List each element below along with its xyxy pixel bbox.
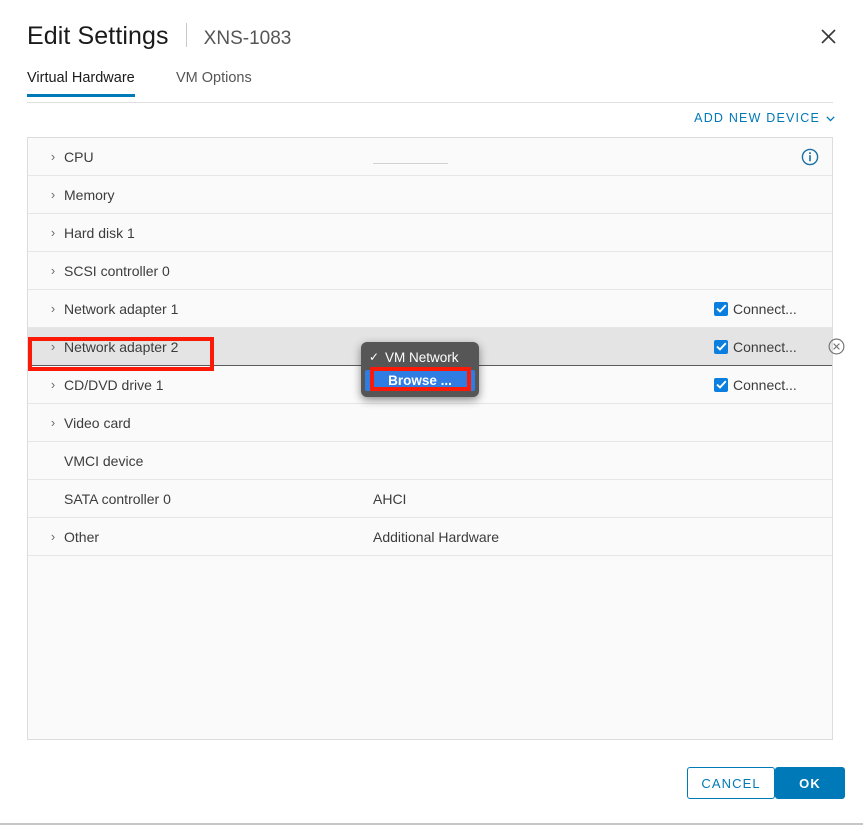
chevron-right-icon[interactable]: › [44,340,62,353]
table-row[interactable]: ›Other Additional Hardware [28,518,832,556]
vm-name: XNS-1083 [204,28,292,50]
device-label: CD/DVD drive 1 [64,377,164,393]
chevron-right-icon[interactable]: › [44,302,62,315]
virtual-hardware-table: ›CPU›Memory›Hard disk 1›SCSI controller … [27,137,833,740]
connect-cell: Connect... [714,339,797,355]
chevron-right-icon[interactable]: › [44,264,62,277]
device-label: SATA controller 0 [64,491,171,507]
checkmark-icon: ✓ [369,347,382,368]
inline-field-underline [373,163,448,164]
tab-bar: Virtual Hardware VM Options [0,70,863,103]
connect-checkbox[interactable] [714,378,728,392]
connect-label: Connect... [733,301,797,317]
edit-settings-dialog: Edit Settings XNS-1083 Virtual Hardware … [0,0,863,825]
tab-virtual-hardware[interactable]: Virtual Hardware [27,70,135,97]
chevron-right-icon[interactable]: › [44,188,62,201]
chevron-right-icon[interactable]: › [44,416,62,429]
connect-checkbox[interactable] [714,302,728,316]
chevron-right-icon[interactable]: › [44,150,62,163]
menu-item-browse[interactable]: Browse ... [365,370,475,391]
device-label: CPU [64,149,94,165]
connect-label: Connect... [733,377,797,393]
table-row[interactable]: ›Video card [28,404,832,442]
table-row[interactable]: ›Network adapter 1 Connect... [28,290,832,328]
chevron-down-icon [826,114,835,125]
add-new-device-label: ADD NEW DEVICE [694,111,820,125]
tab-vm-options[interactable]: VM Options [176,70,252,97]
page-title: Edit Settings [27,22,169,51]
connect-cell: Connect... [714,301,797,317]
device-label: Memory [64,187,115,203]
device-label: Video card [64,415,131,431]
device-label: SCSI controller 0 [64,263,170,279]
network-dropdown-menu[interactable]: ✓VM NetworkBrowse ... [361,342,479,397]
device-label: Network adapter 2 [64,339,178,355]
title-row: Edit Settings XNS-1083 [27,20,291,51]
close-icon[interactable] [813,21,843,51]
connect-checkbox[interactable] [714,340,728,354]
add-new-device-button[interactable]: ADD NEW DEVICE [694,111,835,125]
device-value: Additional Hardware [373,529,499,545]
table-row[interactable]: ›SCSI controller 0 [28,252,832,290]
device-label: Hard disk 1 [64,225,135,241]
device-label: VMCI device [64,453,143,469]
menu-item-label: Browse ... [388,370,452,391]
table-row[interactable]: ›SATA controller 0AHCI [28,480,832,518]
remove-device-icon[interactable] [828,338,845,355]
menu-item-network[interactable]: ✓VM Network [361,347,479,368]
info-icon[interactable] [801,148,819,166]
dialog-header: Edit Settings XNS-1083 [0,0,863,66]
menu-item-label: VM Network [385,347,459,368]
chevron-right-icon[interactable]: › [44,530,62,543]
connect-cell: Connect... [714,377,797,393]
device-value: AHCI [373,491,406,507]
table-row[interactable]: ›Hard disk 1 [28,214,832,252]
connect-label: Connect... [733,339,797,355]
device-label: Network adapter 1 [64,301,178,317]
table-row[interactable]: ›VMCI device [28,442,832,480]
device-label: Other [64,529,99,545]
tab-underline [27,102,833,103]
dialog-footer: CANCEL OK [0,765,863,805]
table-row[interactable]: ›Memory [28,176,832,214]
table-row[interactable]: ›CPU [28,138,832,176]
chevron-right-icon[interactable]: › [44,378,62,391]
cancel-button[interactable]: CANCEL [687,767,775,799]
title-separator [186,23,187,47]
ok-button[interactable]: OK [775,767,845,799]
chevron-right-icon[interactable]: › [44,226,62,239]
